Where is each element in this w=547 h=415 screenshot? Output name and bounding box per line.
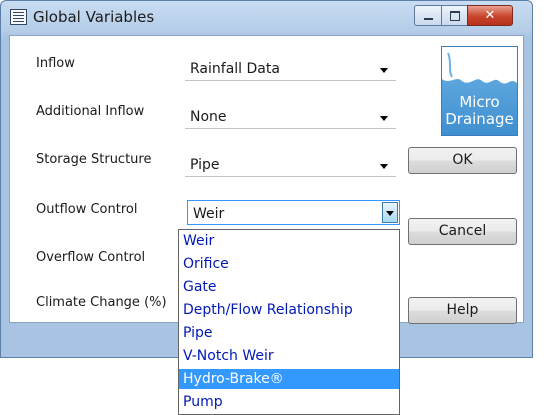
chevron-down-icon[interactable]: [382, 202, 398, 223]
dropdown-option-depth-flow-relationship[interactable]: Depth/Flow Relationship: [179, 300, 399, 320]
dropdown-option-pipe[interactable]: Pipe: [179, 323, 399, 343]
window-title: Global Variables: [33, 8, 155, 26]
title-bar[interactable]: Global Variables ✕: [1, 1, 532, 35]
dropdown-option-v-notch-weir[interactable]: V-Notch Weir: [179, 346, 399, 366]
micro-drainage-logo: Micro Drainage: [441, 46, 518, 136]
dropdown-option-orifice[interactable]: Orifice: [179, 254, 399, 274]
additional-inflow-value: None: [190, 109, 227, 125]
dropdown-option-weir[interactable]: Weir: [179, 231, 399, 251]
help-button[interactable]: Help: [408, 297, 517, 324]
window-list-icon: [10, 9, 27, 25]
cancel-button[interactable]: Cancel: [408, 218, 517, 245]
close-button[interactable]: ✕: [467, 5, 513, 26]
chevron-down-icon: [380, 68, 388, 73]
storage-structure-value: Pipe: [190, 157, 220, 173]
wave-icon: [442, 47, 517, 84]
inflow-select[interactable]: Rainfall Data: [185, 56, 396, 81]
dropdown-option-pump[interactable]: Pump: [179, 392, 399, 412]
ok-button[interactable]: OK: [408, 147, 517, 174]
overflow-control-label: Overflow Control: [36, 250, 146, 265]
close-icon: ✕: [484, 8, 496, 23]
inflow-label: Inflow: [36, 56, 75, 71]
inflow-value: Rainfall Data: [190, 61, 280, 77]
chevron-down-icon: [380, 116, 388, 121]
chevron-down-icon: [380, 164, 388, 169]
minimize-button[interactable]: [414, 5, 442, 26]
additional-inflow-select[interactable]: None: [185, 104, 396, 129]
logo-line-1: Micro: [459, 93, 500, 111]
dropdown-option-hydro-brake[interactable]: Hydro-Brake®: [179, 369, 399, 389]
logo-line-2: Drainage: [445, 110, 514, 128]
dropdown-option-gate[interactable]: Gate: [179, 277, 399, 297]
outflow-control-dropdown-list[interactable]: Weir Orifice Gate Depth/Flow Relationshi…: [178, 229, 400, 415]
maximize-button[interactable]: [441, 5, 468, 26]
outflow-control-select[interactable]: Weir: [187, 200, 400, 225]
outflow-control-label: Outflow Control: [36, 202, 138, 217]
additional-inflow-label: Additional Inflow: [36, 104, 145, 119]
climate-change-label: Climate Change (%): [36, 295, 167, 310]
storage-structure-select[interactable]: Pipe: [185, 152, 396, 177]
outflow-control-value: Weir: [193, 206, 225, 222]
storage-structure-label: Storage Structure: [36, 152, 152, 167]
